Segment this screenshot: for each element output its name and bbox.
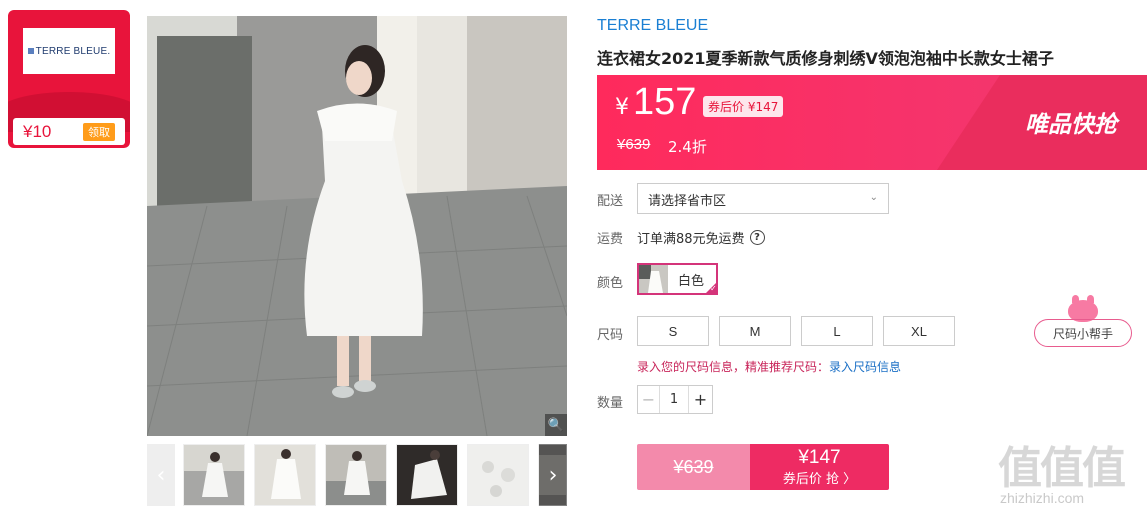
buy-original-price: ¥639 <box>637 444 750 490</box>
quantity-value[interactable]: 1 <box>660 386 688 413</box>
buy-action-label: 券后价 抢 〉 <box>782 471 857 487</box>
region-select[interactable]: 请选择省市区 ⌄ <box>637 183 889 214</box>
chevron-down-icon: ⌄ <box>869 192 878 203</box>
shipping-label: 运费 <box>597 232 624 247</box>
thumb-prev-button[interactable]: ‹ <box>147 444 175 506</box>
increment-button[interactable]: + <box>688 386 712 413</box>
size-label: 尺码 <box>597 328 624 343</box>
size-tip-text: 录入您的尺码信息，精准推荐尺码： <box>637 360 830 374</box>
size-option-xl[interactable]: XL <box>883 316 955 346</box>
shipping-text: 订单满88元免运费 <box>637 232 745 247</box>
thumb-next-button[interactable]: › <box>539 444 567 506</box>
size-option-s[interactable]: S <box>637 316 709 346</box>
size-info-link[interactable]: 录入尺码信息 <box>829 360 901 374</box>
claim-coupon-button[interactable]: 领取 <box>83 122 115 141</box>
quantity-stepper: − 1 + <box>637 385 713 414</box>
current-price: 157 <box>633 81 697 123</box>
thumbnail[interactable] <box>183 444 245 506</box>
original-price: ¥639 <box>617 136 651 153</box>
thumbnail[interactable] <box>325 444 387 506</box>
buy-button[interactable]: ¥639 ¥147 券后价 抢 〉 <box>637 444 889 490</box>
size-option-m[interactable]: M <box>719 316 791 346</box>
watermark-url: zhizhizhi.com <box>1000 490 1085 506</box>
buy-action[interactable]: ¥147 券后价 抢 〉 <box>750 444 889 490</box>
thumbnail[interactable] <box>254 444 316 506</box>
price-banner: ¥ 157 券后价 ¥147 ¥639 2.4折 唯品快抢 <box>597 75 1147 170</box>
delivery-label: 配送 <box>597 194 624 209</box>
quantity-label: 数量 <box>597 396 624 411</box>
discount-rate: 2.4折 <box>668 138 707 156</box>
help-icon[interactable]: ? <box>749 230 765 245</box>
dress-photo <box>147 16 567 436</box>
thumbnail[interactable] <box>467 444 529 506</box>
region-select-value: 请选择省市区 <box>648 194 727 209</box>
shipping-info: 订单满88元免运费 ? <box>637 228 765 247</box>
color-label: 颜色 <box>597 276 624 291</box>
brand-logo: TERRE BLEUE. <box>23 28 115 74</box>
product-title: 连衣裙女2021夏季新款气质修身刺绣V领泡泡袖中长款女士裙子 <box>597 49 1054 68</box>
color-option-white[interactable]: 白色 <box>637 263 718 295</box>
size-tip: 录入您的尺码信息，精准推荐尺码：录入尺码信息 <box>637 358 901 375</box>
size-helper-button[interactable]: 尺码小帮手 <box>1034 319 1132 347</box>
brand-link[interactable]: TERRE BLEUE <box>597 17 708 35</box>
main-product-image[interactable]: 🔍 <box>147 16 567 436</box>
currency-symbol: ¥ <box>615 95 629 120</box>
thumbnail[interactable] <box>396 444 458 506</box>
coupon-card[interactable]: TERRE BLEUE. ¥10 领取 <box>8 10 130 148</box>
size-option-l[interactable]: L <box>801 316 873 346</box>
coupon-bottom: ¥10 领取 <box>13 118 125 145</box>
after-coupon-badge: 券后价 ¥147 <box>703 96 784 117</box>
color-swatch <box>639 265 668 293</box>
watermark-logo: 值值值 <box>998 443 1126 494</box>
coupon-amount: ¥10 <box>23 121 52 141</box>
buy-price: ¥147 <box>798 446 841 468</box>
selected-check-icon <box>704 281 718 295</box>
flash-sale-logo: 唯品快抢 <box>1025 112 1117 138</box>
color-option-label: 白色 <box>678 273 705 289</box>
zoom-icon[interactable]: 🔍 <box>545 414 567 436</box>
decrement-button[interactable]: − <box>638 386 660 413</box>
